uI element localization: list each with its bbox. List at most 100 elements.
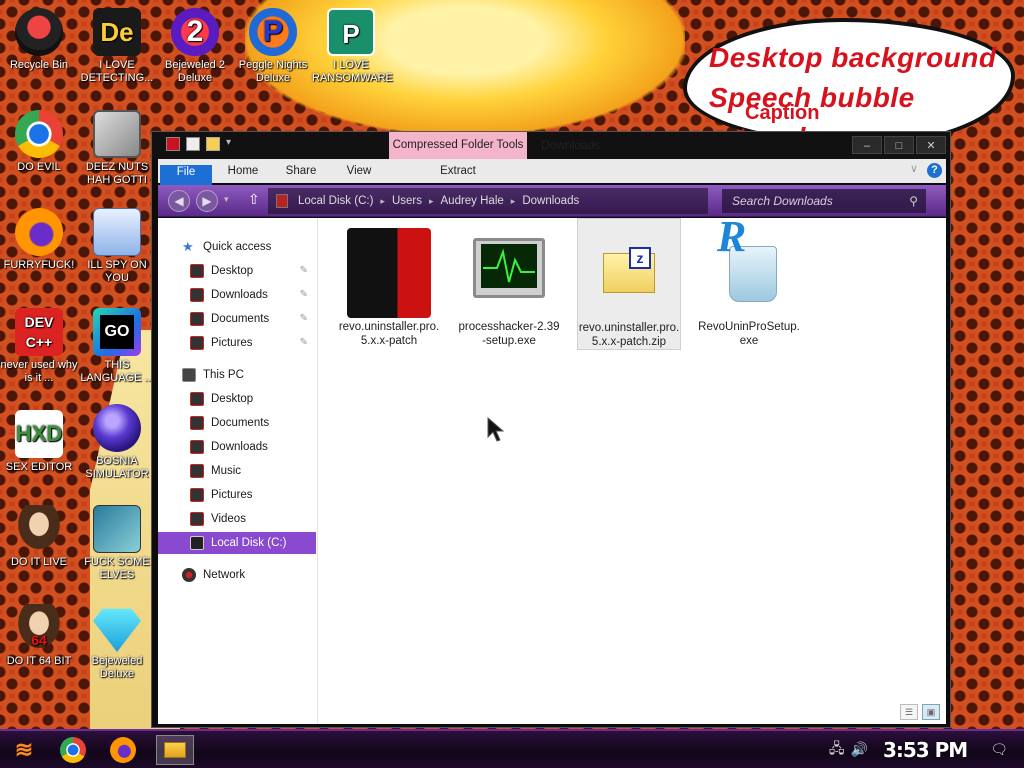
- file-item[interactable]: R RevoUninProSetup.exe: [697, 215, 801, 348]
- desktop-icon-elves[interactable]: FUCK SOME ELVES: [78, 505, 156, 582]
- desktop-icon-publisher[interactable]: P I LOVE RANSOMWARE: [312, 8, 393, 85]
- nav-pc-documents[interactable]: Documents: [190, 412, 269, 434]
- folder-icon: [164, 742, 186, 758]
- tab-view[interactable]: View: [334, 159, 384, 183]
- close-button[interactable]: ✕: [916, 136, 946, 154]
- desktop-icon-label: DO IT 64 BIT: [6, 655, 72, 667]
- expand-ribbon-icon[interactable]: ∨: [910, 162, 918, 175]
- nav-label: Pictures: [211, 337, 253, 349]
- breadcrumb[interactable]: Local Disk (C:) ▸ Users ▸ Audrey Hale ▸ Dow…: [268, 188, 708, 214]
- desktop-icon-chrome[interactable]: DO EVIL: [0, 110, 78, 174]
- taskbar: ≋ 🖧 🔊 3:53 PM 🗨: [0, 729, 1024, 768]
- nav-pc-pictures[interactable]: Pictures: [190, 484, 253, 506]
- navigation-pane[interactable]: ★ Quick access Desktop ✎ Downloads ✎ Doc…: [158, 218, 318, 724]
- minimize-button[interactable]: –: [852, 136, 882, 154]
- drive-icon: [190, 536, 204, 550]
- desktop-icon-bejeweled-2[interactable]: 2 Bejeweled 2 Deluxe: [156, 8, 234, 85]
- chrome-icon: [15, 110, 63, 158]
- compressed-folder-tools-tab[interactable]: Compressed Folder Tools: [389, 132, 527, 159]
- desktop-icon-devcpp[interactable]: DEV C++ never used why is it ...: [0, 308, 78, 385]
- desktop-icon-label: Bejeweled Deluxe: [91, 655, 143, 680]
- desktop-icon-hxd[interactable]: HXD SEX EDITOR: [0, 410, 78, 474]
- desktop-icon-recycle-bin[interactable]: Recycle Bin: [0, 8, 78, 72]
- desktop-icon-peggle[interactable]: P Peggle Nights Deluxe: [234, 8, 312, 85]
- nav-label: Local Disk (C:): [211, 537, 287, 549]
- desktop-icon-bejeweled[interactable]: Bejeweled Deluxe: [78, 604, 156, 681]
- tab-home[interactable]: Home: [218, 159, 268, 183]
- nav-quick-pictures[interactable]: Pictures ✎: [190, 332, 314, 354]
- maximize-button[interactable]: □: [884, 136, 914, 154]
- firefox-icon: [15, 208, 63, 256]
- nav-label: Pictures: [211, 489, 253, 501]
- pin-icon[interactable]: ✎: [300, 284, 308, 306]
- file-name: revo.uninstaller.pro.5.x.x-patch: [338, 321, 440, 347]
- desktop-icon-label: THIS LANGUAGE ...: [80, 359, 154, 384]
- nav-quick-downloads[interactable]: Downloads ✎: [190, 284, 314, 306]
- search-icon[interactable]: ⚲: [909, 189, 918, 213]
- quick-access-toolbar: ▾: [166, 137, 236, 151]
- desktop-icon-spy[interactable]: ILL SPY ON YOU: [78, 208, 156, 285]
- pin-icon[interactable]: ✎: [300, 260, 308, 282]
- new-folder-icon[interactable]: [206, 137, 220, 151]
- nav-pc-music[interactable]: Music: [190, 460, 241, 482]
- nav-pc-local-disk[interactable]: Local Disk (C:): [158, 532, 316, 554]
- desktop-icon-label: FURRYFUCK!: [3, 259, 75, 271]
- file-item[interactable]: revo.uninstaller.pro.5.x.x-patch: [337, 224, 441, 348]
- desktop-icon-bosnia[interactable]: BOSNIA SIMULATOR: [78, 404, 156, 481]
- desktop-icon-goland[interactable]: GO THIS LANGUAGE ...: [78, 308, 156, 385]
- volume-tray-icon[interactable]: 🔊: [851, 741, 868, 758]
- desktop-icon-label: DO EVIL: [17, 161, 61, 173]
- desktop-icon-do-it-64-bit[interactable]: 64 DO IT 64 BIT: [0, 604, 78, 668]
- breadcrumb-user-folder[interactable]: Audrey Hale: [435, 188, 510, 214]
- breadcrumb-users[interactable]: Users: [386, 188, 428, 214]
- window-controls: – □ ✕: [852, 136, 946, 154]
- clock[interactable]: 3:53 PM: [883, 738, 968, 762]
- customize-qat-icon[interactable]: ▾: [226, 137, 236, 151]
- search-input[interactable]: Search Downloads ⚲: [722, 189, 926, 213]
- start-button[interactable]: ≋: [6, 735, 42, 765]
- downloads-folder-icon: [190, 288, 204, 302]
- large-icons-view-icon[interactable]: ▣: [922, 704, 940, 720]
- nav-label: Documents: [211, 417, 270, 429]
- app-icon[interactable]: [166, 137, 180, 151]
- properties-icon[interactable]: [186, 137, 200, 151]
- pin-icon[interactable]: ✎: [300, 332, 308, 354]
- recent-locations-icon[interactable]: ▾: [224, 194, 229, 205]
- nav-this-pc[interactable]: This PC: [182, 364, 244, 386]
- goland-icon: GO: [93, 308, 141, 356]
- tab-extract[interactable]: Extract: [389, 159, 527, 183]
- desktop-icon-label: I LOVE RANSOMWARE: [312, 59, 393, 84]
- help-icon[interactable]: ?: [927, 163, 942, 178]
- desktop-icon-label: DEEZ NUTS HAH GOTTI: [85, 161, 149, 186]
- back-button[interactable]: ◀: [168, 190, 190, 212]
- breadcrumb-local-disk[interactable]: Local Disk (C:): [292, 188, 379, 214]
- nav-pc-videos[interactable]: Videos: [190, 508, 246, 530]
- nav-quick-access[interactable]: ★ Quick access: [182, 236, 271, 258]
- file-item-selected[interactable]: z revo.uninstaller.pro.5.x.x-patch.zip: [577, 218, 681, 350]
- file-explorer-taskbar-icon[interactable]: [156, 735, 194, 765]
- up-arrow-icon[interactable]: ⇧: [248, 191, 260, 208]
- desktop-icon-label: Bejeweled 2 Deluxe: [165, 59, 225, 84]
- desktop-icon-do-it-live[interactable]: DO IT LIVE: [0, 505, 78, 569]
- nav-network[interactable]: Network: [182, 564, 245, 586]
- desktop-icon-deez-nuts[interactable]: DEEZ NUTS HAH GOTTI: [78, 110, 156, 187]
- window-stack-icon: [93, 110, 141, 158]
- desktop-icon-firefox[interactable]: FURRYFUCK!: [0, 208, 78, 272]
- nav-quick-documents[interactable]: Documents ✎: [190, 308, 314, 330]
- desktop-icon-dreamweaver[interactable]: De I LOVE DETECTING...: [78, 8, 156, 85]
- chrome-taskbar-icon[interactable]: [60, 737, 86, 763]
- firefox-taskbar-icon[interactable]: [110, 737, 136, 763]
- network-tray-icon[interactable]: 🖧: [829, 738, 845, 762]
- nav-pc-downloads[interactable]: Downloads: [190, 436, 268, 458]
- file-item[interactable]: processhacker-2.39-setup.exe: [457, 224, 561, 348]
- spiked-ball-icon: [93, 404, 141, 452]
- breadcrumb-downloads[interactable]: Downloads: [516, 188, 585, 214]
- details-view-icon[interactable]: ☰: [900, 704, 918, 720]
- nav-quick-desktop[interactable]: Desktop ✎: [190, 260, 314, 282]
- nav-pc-desktop[interactable]: Desktop: [190, 388, 253, 410]
- notifications-icon[interactable]: 🗨: [990, 741, 1008, 758]
- tab-share[interactable]: Share: [276, 159, 326, 183]
- title-bar[interactable]: ▾ Compressed Folder Tools Downloads – □ …: [152, 132, 950, 159]
- pin-icon[interactable]: ✎: [300, 308, 308, 330]
- forward-button[interactable]: ▶: [196, 190, 218, 212]
